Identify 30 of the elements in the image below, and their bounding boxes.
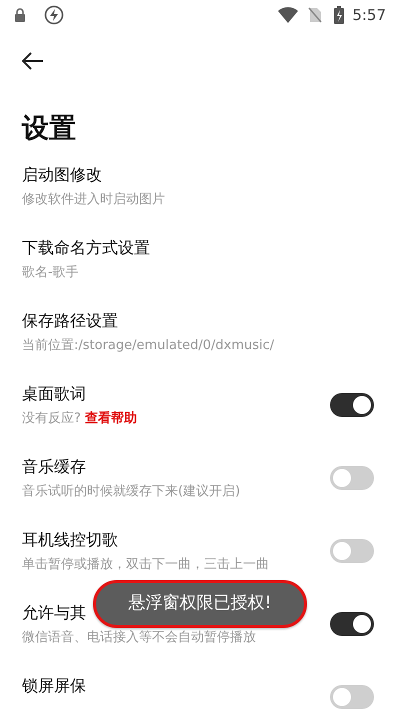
item-subtitle: 修改软件进入时启动图片 xyxy=(22,191,165,209)
lightning-icon xyxy=(44,5,64,25)
item-title: 音乐缓存 xyxy=(22,456,86,478)
lock-icon xyxy=(14,8,26,22)
item-subtitle: 当前位置:/storage/emulated/0/dxmusic/ xyxy=(22,337,274,355)
toggle-switch[interactable] xyxy=(330,466,374,490)
item-subtitle: 音乐试听的时候就缓存下来(建议开启) xyxy=(22,483,240,501)
item-subtitle: 没有反应? xyxy=(22,410,81,428)
item-title: 下载命名方式设置 xyxy=(22,237,150,259)
wifi-icon xyxy=(278,7,298,23)
item-subtitle: 歌名-歌手 xyxy=(22,264,79,282)
item-subtitle: 微信语音、电话接入等不会自动暂停播放 xyxy=(22,629,256,647)
help-link[interactable]: 查看帮助 xyxy=(84,410,137,428)
item-subtitle: 单击暂停或播放，双击下一曲，三击上一曲 xyxy=(22,556,269,574)
back-arrow-icon xyxy=(22,52,44,70)
toast-message: 悬浮窗权限已授权! xyxy=(128,592,272,616)
item-title: 锁屏屏保 xyxy=(22,675,86,697)
status-time: 5:57 xyxy=(352,4,386,26)
page-title: 设置 xyxy=(22,112,77,146)
item-title: 桌面歌词 xyxy=(22,383,86,405)
toggle-switch[interactable] xyxy=(330,612,374,636)
toggle-switch[interactable] xyxy=(330,393,374,417)
item-title: 保存路径设置 xyxy=(22,310,118,332)
item-title: 启动图修改 xyxy=(22,164,102,186)
toggle-switch[interactable] xyxy=(330,685,374,709)
no-sim-icon xyxy=(308,7,322,23)
battery-charging-icon xyxy=(334,6,344,24)
toggle-switch[interactable] xyxy=(330,539,374,563)
item-title: 允许与其 xyxy=(22,602,86,624)
item-title: 耳机线控切歌 xyxy=(22,529,118,551)
